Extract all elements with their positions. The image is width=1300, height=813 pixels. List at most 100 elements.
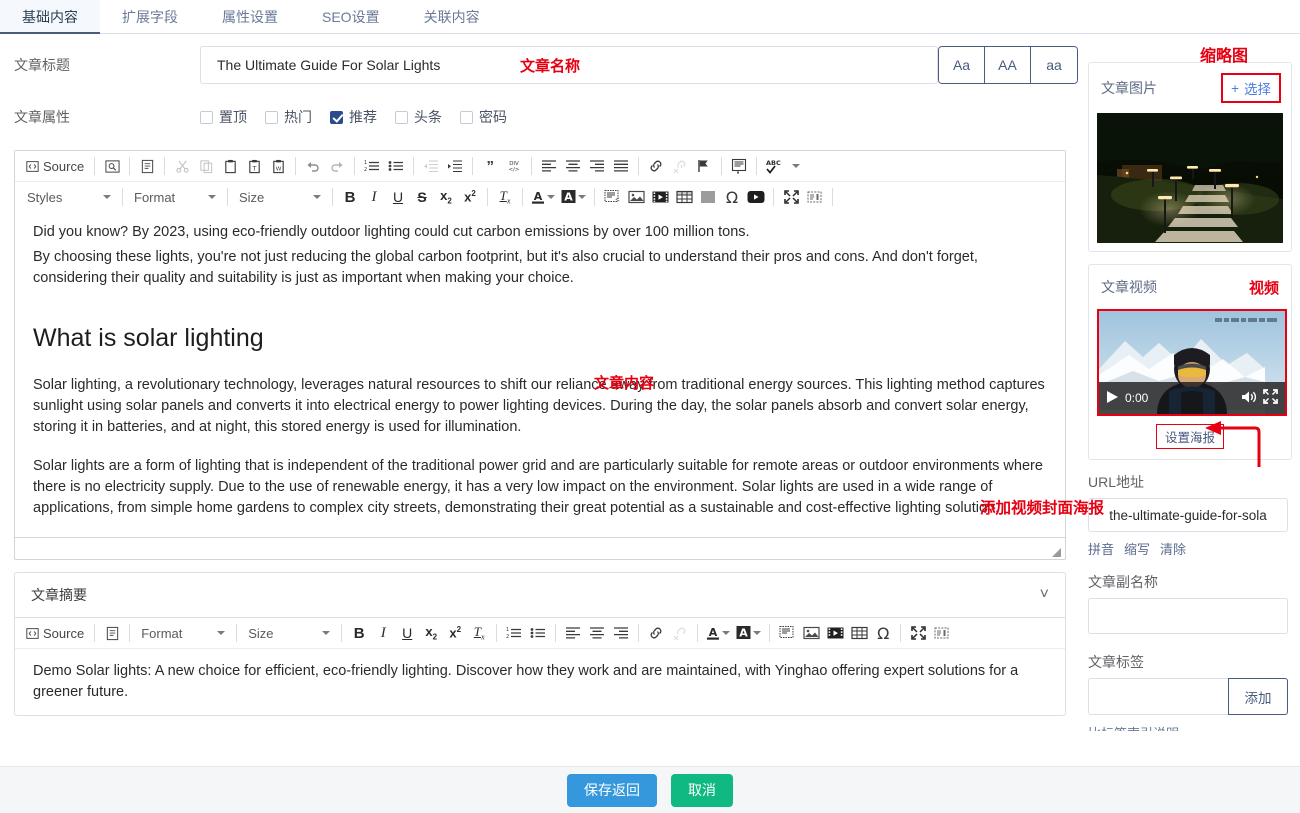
article-image-thumbnail[interactable] (1097, 113, 1283, 243)
superscript-icon[interactable]: x2 (443, 621, 467, 645)
text-template-icon[interactable] (727, 154, 751, 178)
align-right-icon[interactable] (585, 154, 609, 178)
tab-basic-content[interactable]: 基础内容 (0, 0, 100, 34)
horizontal-rule-icon[interactable] (696, 185, 720, 209)
link-icon[interactable] (644, 621, 668, 645)
styles-dropdown[interactable]: Styles (21, 185, 117, 209)
clear-link[interactable]: 清除 (1160, 539, 1186, 558)
undo-icon[interactable] (301, 154, 325, 178)
strikethrough-icon[interactable]: S (410, 185, 434, 209)
align-left-icon[interactable] (561, 621, 585, 645)
tab-attribute-settings[interactable]: 属性设置 (200, 0, 300, 33)
text-color-icon[interactable]: A (528, 185, 558, 209)
bold-icon[interactable]: B (347, 621, 371, 645)
image-icon[interactable] (799, 621, 823, 645)
align-center-icon[interactable] (585, 621, 609, 645)
editor-content-area[interactable]: Did you know? By 2023, using eco-friendl… (15, 212, 1065, 559)
case-upper-button[interactable]: AA (985, 47, 1031, 83)
tab-related-content[interactable]: 关联内容 (402, 0, 502, 33)
bulleted-list-icon[interactable] (526, 621, 550, 645)
remove-format-icon[interactable]: Tx (493, 185, 517, 209)
blockquote-icon[interactable]: ” (478, 154, 502, 178)
subscript-icon[interactable]: x2 (434, 185, 458, 209)
align-left-icon[interactable] (537, 154, 561, 178)
underline-icon[interactable]: U (386, 185, 410, 209)
source-button[interactable]: Source (21, 154, 89, 178)
case-sentence-button[interactable]: Aa (939, 47, 985, 83)
subtitle-input[interactable] (1088, 598, 1288, 634)
checkbox-headline[interactable]: 头条 (395, 107, 442, 127)
show-blocks-icon[interactable] (803, 185, 827, 209)
decrease-indent-icon[interactable] (419, 154, 443, 178)
spellcheck-icon[interactable]: ABC (762, 154, 803, 178)
templates-icon[interactable] (135, 154, 159, 178)
copy-icon[interactable] (194, 154, 218, 178)
maximize-icon[interactable] (779, 185, 803, 209)
pinyin-link[interactable]: 拼音 (1088, 539, 1114, 558)
chevron-down-icon[interactable]: ˅ (1040, 586, 1049, 604)
summary-header[interactable]: 文章摘要 ˅ (15, 573, 1065, 617)
size-dropdown[interactable]: Size (242, 621, 336, 645)
cut-icon[interactable] (170, 154, 194, 178)
background-color-icon[interactable]: A (558, 185, 589, 209)
case-lower-button[interactable]: aa (1031, 47, 1077, 83)
align-right-icon[interactable] (609, 621, 633, 645)
save-and-return-button[interactable]: 保存返回 (567, 773, 657, 807)
format-dropdown[interactable]: Format (135, 621, 231, 645)
unlink-icon[interactable] (668, 621, 692, 645)
superscript-icon[interactable]: x2 (458, 185, 482, 209)
italic-icon[interactable]: I (362, 185, 386, 209)
url-input[interactable] (1088, 498, 1288, 532)
youtube-icon[interactable] (744, 185, 768, 209)
add-tag-button[interactable]: 添加 (1228, 678, 1288, 715)
abbreviation-link[interactable]: 缩写 (1124, 539, 1150, 558)
align-center-icon[interactable] (561, 154, 585, 178)
templates-icon[interactable] (100, 621, 124, 645)
subscript-icon[interactable]: x2 (419, 621, 443, 645)
special-char-icon[interactable]: Ω (720, 185, 744, 209)
resize-handle-icon[interactable] (1052, 548, 1061, 557)
paste-icon[interactable] (218, 154, 242, 178)
underline-icon[interactable]: U (395, 621, 419, 645)
anchor-icon[interactable] (692, 154, 716, 178)
code-snippet-icon[interactable]: <> (600, 185, 624, 209)
paste-from-word-icon[interactable]: W (266, 154, 290, 178)
bulleted-list-icon[interactable] (384, 154, 408, 178)
tab-seo-settings[interactable]: SEO设置 (300, 0, 402, 33)
checkbox-top[interactable]: 置顶 (200, 107, 247, 127)
checkbox-hot[interactable]: 热门 (265, 107, 312, 127)
special-char-icon[interactable]: Ω (871, 621, 895, 645)
select-image-button[interactable]: + 选择 (1221, 73, 1281, 103)
background-color-icon[interactable]: A (733, 621, 764, 645)
unlink-icon[interactable] (668, 154, 692, 178)
checkbox-recommend[interactable]: 推荐 (330, 107, 377, 127)
link-icon[interactable] (644, 154, 668, 178)
redo-icon[interactable] (325, 154, 349, 178)
preview-icon[interactable] (100, 154, 124, 178)
bold-icon[interactable]: B (338, 185, 362, 209)
paste-as-text-icon[interactable]: T (242, 154, 266, 178)
image-icon[interactable] (624, 185, 648, 209)
set-poster-button[interactable]: 设置海报 (1155, 424, 1224, 449)
numbered-list-icon[interactable]: 12 (360, 154, 384, 178)
cancel-button[interactable]: 取消 (671, 773, 733, 807)
fullscreen-icon[interactable] (1263, 389, 1278, 407)
text-color-icon[interactable]: A (703, 621, 733, 645)
maximize-icon[interactable] (906, 621, 930, 645)
tab-extended-fields[interactable]: 扩展字段 (100, 0, 200, 33)
media-icon[interactable] (823, 621, 847, 645)
table-icon[interactable] (847, 621, 871, 645)
create-div-icon[interactable]: DIV </> (502, 154, 526, 178)
volume-icon[interactable] (1241, 390, 1257, 407)
justify-icon[interactable] (609, 154, 633, 178)
checkbox-password[interactable]: 密码 (460, 107, 507, 127)
tag-input[interactable] (1088, 678, 1228, 715)
summary-content-area[interactable]: Demo Solar lights: A new choice for effi… (15, 649, 1065, 715)
play-button[interactable] (1106, 390, 1119, 407)
italic-icon[interactable]: I (371, 621, 395, 645)
table-icon[interactable] (672, 185, 696, 209)
source-button[interactable]: Source (21, 621, 89, 645)
media-icon[interactable] (648, 185, 672, 209)
video-player[interactable]: 0:00 (1097, 309, 1287, 416)
size-dropdown[interactable]: Size (233, 185, 327, 209)
